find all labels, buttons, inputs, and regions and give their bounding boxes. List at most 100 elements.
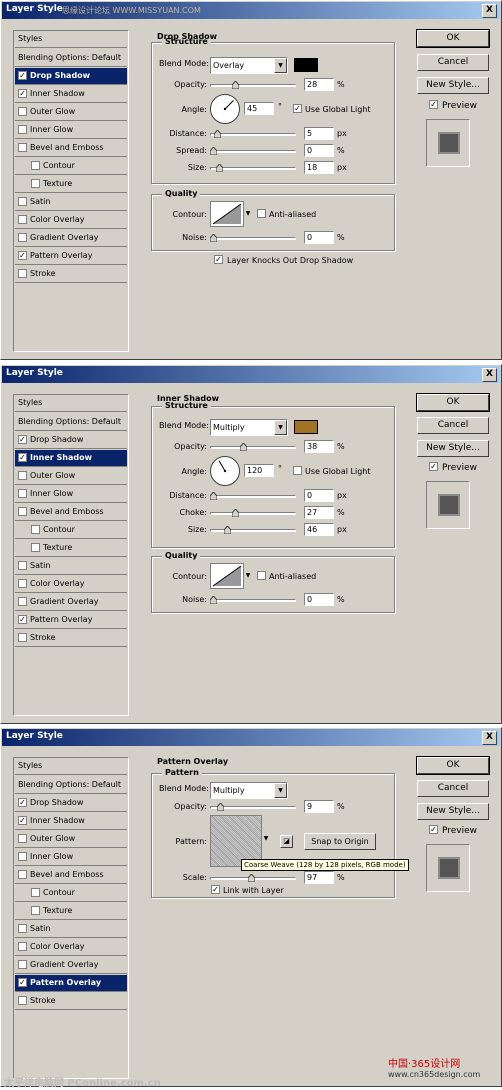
- blend-mode-select[interactable]: Multiply ▼: [210, 419, 288, 436]
- anti-aliased-checkbox[interactable]: [257, 571, 266, 580]
- shadow-color-swatch[interactable]: [294, 58, 318, 72]
- choke-slider[interactable]: [210, 508, 296, 518]
- new-style-button[interactable]: New Style...: [417, 77, 489, 94]
- styles-list-item[interactable]: ✓ Drop Shadow: [15, 432, 127, 449]
- style-checkbox[interactable]: ✓: [18, 615, 27, 624]
- blend-mode-select[interactable]: Multiply ▼: [210, 782, 288, 799]
- styles-list-item[interactable]: Color Overlay: [15, 212, 127, 229]
- title-bar[interactable]: Layer Style X: [2, 729, 500, 746]
- style-checkbox[interactable]: [18, 870, 27, 879]
- style-checkbox[interactable]: ✓: [18, 798, 27, 807]
- chevron-down-icon[interactable]: ▼: [244, 563, 252, 589]
- styles-list-item[interactable]: Stroke: [15, 993, 127, 1010]
- slider-thumb[interactable]: [231, 508, 240, 518]
- style-checkbox[interactable]: [31, 543, 40, 552]
- style-checkbox[interactable]: ✓: [18, 251, 27, 260]
- style-checkbox[interactable]: ✓: [18, 435, 27, 444]
- styles-list-item[interactable]: Stroke: [15, 630, 127, 647]
- knockout-checkbox[interactable]: ✓: [214, 255, 223, 264]
- style-checkbox[interactable]: ✓: [18, 453, 27, 462]
- style-checkbox[interactable]: ✓: [18, 71, 27, 80]
- noise-input[interactable]: 0: [304, 593, 334, 606]
- style-checkbox[interactable]: [18, 834, 27, 843]
- slider-thumb[interactable]: [209, 146, 218, 156]
- close-button[interactable]: X: [482, 368, 497, 382]
- contour-picker[interactable]: [210, 201, 244, 227]
- angle-dial[interactable]: [210, 456, 240, 486]
- title-bar[interactable]: Layer Style 思缘设计论坛 WWW.MISSYUAN.COM X: [2, 2, 500, 19]
- style-checkbox[interactable]: [31, 161, 40, 170]
- ok-button[interactable]: OK: [416, 29, 490, 48]
- style-checkbox[interactable]: [18, 942, 27, 951]
- style-checkbox[interactable]: [18, 924, 27, 933]
- anti-aliased-checkbox[interactable]: [257, 209, 266, 218]
- styles-list-item[interactable]: Styles: [15, 395, 127, 412]
- style-checkbox[interactable]: [31, 179, 40, 188]
- close-button[interactable]: X: [482, 4, 497, 18]
- style-checkbox[interactable]: [31, 888, 40, 897]
- slider-thumb[interactable]: [215, 163, 224, 173]
- distance-input[interactable]: 5: [304, 127, 334, 140]
- slider-thumb[interactable]: [209, 233, 218, 243]
- noise-slider[interactable]: [209, 595, 296, 605]
- distance-input[interactable]: 0: [304, 489, 334, 502]
- ok-button[interactable]: OK: [416, 393, 490, 412]
- spread-slider[interactable]: [209, 146, 296, 156]
- spread-input[interactable]: 0: [304, 144, 334, 157]
- use-global-light-checkbox[interactable]: [293, 466, 302, 475]
- style-checkbox[interactable]: [18, 125, 27, 134]
- style-checkbox[interactable]: ✓: [18, 89, 27, 98]
- styles-list-item[interactable]: ✓ Inner Shadow: [15, 450, 127, 467]
- styles-list-item[interactable]: Bevel and Emboss: [15, 140, 127, 157]
- style-checkbox[interactable]: [18, 215, 27, 224]
- angle-dial[interactable]: [210, 94, 240, 124]
- style-checkbox[interactable]: [18, 197, 27, 206]
- styles-list-item[interactable]: Blending Options: Default: [15, 777, 127, 794]
- styles-list-item[interactable]: Contour: [15, 158, 127, 175]
- angle-input[interactable]: 45: [244, 102, 274, 115]
- preview-checkbox[interactable]: ✓: [429, 100, 438, 109]
- noise-input[interactable]: 0: [304, 231, 334, 244]
- styles-list-item[interactable]: Styles: [15, 758, 127, 775]
- styles-list-item[interactable]: Satin: [15, 558, 127, 575]
- styles-list-item[interactable]: ✓ Inner Shadow: [15, 813, 127, 830]
- size-input[interactable]: 46: [304, 523, 334, 536]
- slider-thumb[interactable]: [223, 525, 232, 535]
- noise-slider[interactable]: [209, 233, 296, 243]
- styles-list-item[interactable]: Gradient Overlay: [15, 594, 127, 611]
- style-checkbox[interactable]: [18, 471, 27, 480]
- styles-list-item[interactable]: Contour: [15, 522, 127, 539]
- styles-list-item[interactable]: Bevel and Emboss: [15, 504, 127, 521]
- ok-button[interactable]: OK: [416, 756, 490, 775]
- styles-list-item[interactable]: Blending Options: Default: [15, 50, 127, 67]
- slider-thumb[interactable]: [216, 802, 225, 812]
- distance-slider[interactable]: [210, 129, 296, 139]
- style-checkbox[interactable]: [18, 996, 27, 1005]
- style-checkbox[interactable]: [18, 960, 27, 969]
- opacity-input[interactable]: 9: [304, 800, 334, 813]
- scale-slider[interactable]: [210, 873, 296, 883]
- opacity-slider[interactable]: [210, 802, 296, 812]
- styles-list-item[interactable]: Bevel and Emboss: [15, 867, 127, 884]
- close-button[interactable]: X: [482, 731, 497, 745]
- styles-list-item[interactable]: Texture: [15, 176, 127, 193]
- style-checkbox[interactable]: [18, 233, 27, 242]
- style-checkbox[interactable]: ✓: [18, 978, 27, 987]
- new-style-button[interactable]: New Style...: [417, 440, 489, 457]
- snap-to-origin-button[interactable]: Snap to Origin: [304, 833, 376, 850]
- contour-picker[interactable]: [210, 563, 244, 589]
- slider-thumb[interactable]: [247, 873, 256, 883]
- title-bar[interactable]: Layer Style X: [2, 366, 500, 383]
- cancel-button[interactable]: Cancel: [417, 417, 489, 434]
- styles-list-item[interactable]: Inner Glow: [15, 486, 127, 503]
- new-style-button[interactable]: New Style...: [417, 803, 489, 820]
- slider-thumb[interactable]: [213, 129, 222, 139]
- shadow-color-swatch[interactable]: [294, 420, 318, 434]
- preview-checkbox[interactable]: ✓: [429, 462, 438, 471]
- slider-thumb[interactable]: [239, 442, 248, 452]
- opacity-input[interactable]: 28: [304, 78, 334, 91]
- slider-thumb[interactable]: [209, 595, 218, 605]
- opacity-slider[interactable]: [210, 80, 296, 90]
- styles-list-item[interactable]: Styles: [15, 31, 127, 48]
- blend-mode-select[interactable]: Overlay ▼: [210, 57, 288, 74]
